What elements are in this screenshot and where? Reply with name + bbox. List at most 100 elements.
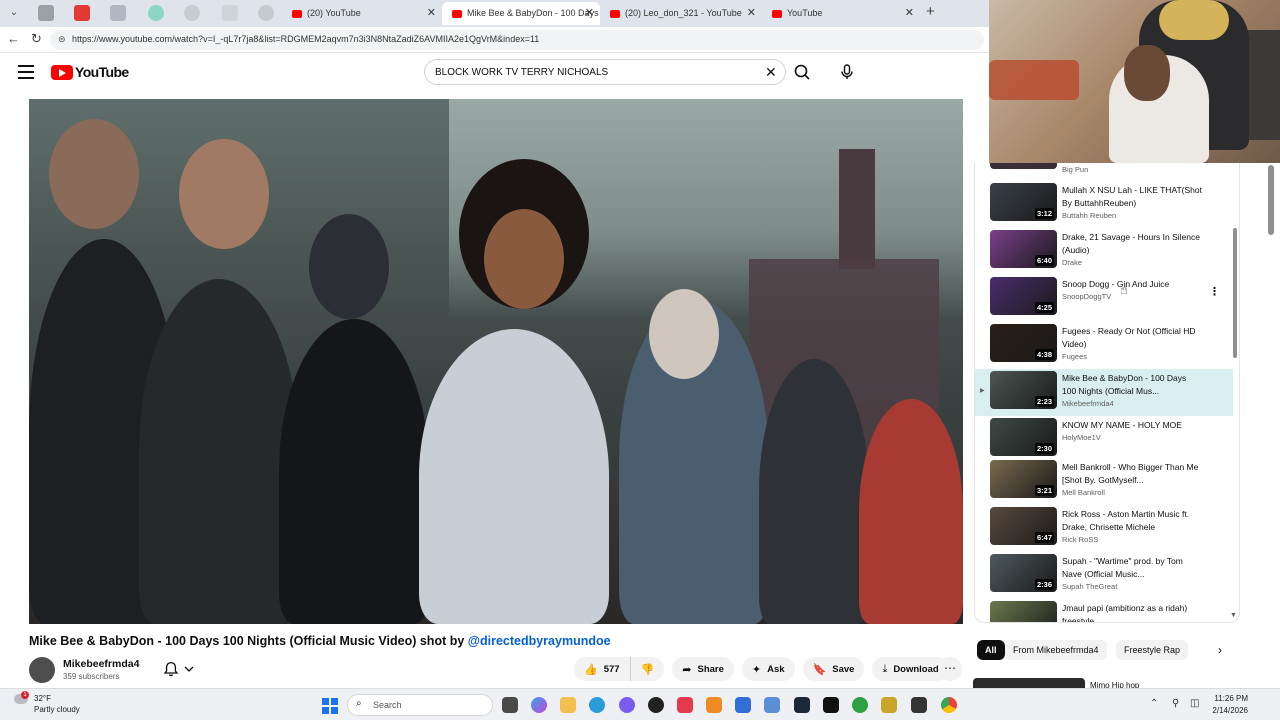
playlist-item-title[interactable]: Mullah X NSU Lah - LIKE THAT(Shot By But… [1062, 184, 1202, 210]
close-tab-icon[interactable]: ✕ [747, 2, 756, 25]
channel-name[interactable]: Mikebeefrmda4 [63, 658, 139, 670]
youtube-logo[interactable]: YouTube [51, 64, 129, 80]
steam-icon[interactable] [794, 697, 810, 713]
taskbar-search-input[interactable]: ⌕ Search [347, 694, 493, 716]
browser-tab[interactable]: YouTube ✕ [762, 2, 920, 25]
playlist-item-title[interactable]: Fugees - Ready Or Not (Official HD Video… [1062, 325, 1202, 351]
discord-icon[interactable] [619, 697, 635, 713]
obs-icon[interactable] [648, 697, 664, 713]
app-icon[interactable] [911, 697, 927, 713]
back-arrow-icon[interactable]: ← [7, 31, 20, 46]
tab-search-chevron-icon[interactable]: ⌄ [6, 5, 22, 21]
playlist-item-title[interactable]: Mell Bankroll - Who Bigger Than Me [Shot… [1062, 461, 1202, 487]
item-options-icon[interactable]: ⋮ [1209, 285, 1220, 298]
site-info-icon[interactable]: ⊜ [58, 34, 66, 45]
pinned-tab-icon[interactable] [148, 5, 164, 21]
menu-hamburger-icon[interactable] [18, 65, 34, 79]
playlist-item[interactable]: 6:40 Drake, 21 Savage - Hours In Silence … [975, 228, 1233, 275]
pinned-tab-icon[interactable] [38, 5, 54, 21]
search-input[interactable]: BLOCK WORK TV TERRY NICHOALS ✕ [424, 59, 786, 85]
voice-search-button[interactable] [834, 59, 860, 85]
like-button[interactable]: 👍 577 [574, 657, 631, 681]
taskbar-clock-date[interactable]: 2/14/2026 [1200, 706, 1248, 715]
tray-chevron-icon[interactable]: ⌃ [1150, 698, 1158, 709]
reload-icon[interactable]: ↻ [31, 31, 42, 47]
playlist-item-title[interactable]: KNOW MY NAME - HOLY MOE [1062, 419, 1202, 432]
edge-browser-icon[interactable] [589, 697, 605, 713]
playlist-thumbnail[interactable]: 2:23 [990, 371, 1057, 409]
pinned-tab-icon[interactable] [222, 5, 238, 21]
playlist-item[interactable]: 6:47 Rick Ross - Aston Martin Music ft. D… [975, 505, 1233, 552]
app-icon[interactable] [706, 697, 722, 713]
chip-all[interactable]: All [977, 640, 1005, 660]
playlist-item[interactable]: 4:38 Fugees - Ready Or Not (Official HD V… [975, 322, 1233, 369]
xbox-icon[interactable] [852, 697, 868, 713]
playlist-item-title[interactable]: Drake, 21 Savage - Hours In Silence (Aud… [1062, 231, 1202, 257]
app-icon[interactable] [881, 697, 897, 713]
browser-tab[interactable]: (20) YouTube ✕ [282, 2, 442, 25]
playlist-scrollbar[interactable] [1233, 228, 1237, 358]
chrome-icon[interactable] [941, 697, 957, 713]
url-field[interactable]: ⊜ https://www.youtube.com/watch?v=I_-qL7… [50, 30, 984, 50]
save-button[interactable]: 🔖 Save [802, 657, 865, 681]
playlist-item[interactable]: 2:36 Supah - "Wartime" prod. by Tom Nave … [975, 552, 1233, 599]
playlist-item[interactable]: 2:30 KNOW MY NAME - HOLY MOE HolyMoe1V [975, 416, 1233, 463]
scroll-down-arrow-icon[interactable]: ▼ [1230, 612, 1237, 619]
taskbar-clock-time[interactable]: 11:26 PM [1206, 694, 1248, 703]
playlist-item-title[interactable]: Snoop Dogg - Gin And Juice [1062, 278, 1202, 291]
app-icon[interactable] [677, 697, 693, 713]
playlist-thumbnail[interactable]: 6:47 [990, 507, 1057, 545]
playlist-item[interactable]: 3:12 Mullah X NSU Lah - LIKE THAT(Shot By… [975, 181, 1233, 228]
chip-freestyle-rap[interactable]: Freestyle Rap [1116, 640, 1189, 660]
more-actions-icon[interactable]: ⋯ [938, 657, 962, 681]
playlist-thumbnail[interactable]: 3:21 [990, 460, 1057, 498]
app-icon[interactable] [735, 697, 751, 713]
playlist-thumbnail[interactable]: 4:38 [990, 324, 1057, 362]
file-explorer-icon[interactable] [560, 697, 576, 713]
channel-avatar[interactable] [29, 657, 55, 683]
new-tab-plus-icon[interactable]: + [926, 3, 935, 20]
pinned-tab-icon[interactable] [258, 5, 274, 21]
playlist-item-title[interactable]: Rick Ross - Aston Martin Music ft. Drake… [1062, 508, 1202, 534]
playlist-thumbnail[interactable]: 2:04 [990, 601, 1057, 622]
tray-app-icon[interactable]: ⚲ [1172, 698, 1179, 709]
copilot-icon[interactable] [531, 697, 547, 713]
share-button[interactable]: ➦ Share [672, 657, 734, 681]
app-icon[interactable] [764, 697, 780, 713]
playlist-item[interactable]: 4:25 Snoop Dogg - Gin And Juice SnoopDoggT… [975, 275, 1233, 322]
page-scrollbar[interactable] [1268, 165, 1274, 235]
dislike-button[interactable]: 👎 [630, 657, 665, 681]
close-tab-icon[interactable]: ✕ [585, 2, 594, 25]
video-player[interactable] [29, 99, 963, 624]
playlist-thumbnail[interactable]: 4:25 [990, 277, 1057, 315]
tiktok-icon[interactable] [823, 697, 839, 713]
browser-tab[interactable]: (20) Leo_don_321 - YouTube ✕ [600, 2, 762, 25]
director-handle-link[interactable]: @directedbyraymundoe [468, 634, 611, 648]
playlist-item[interactable]: ▶ 2:23 Mike Bee & BabyDon - 100 Days 100 N… [975, 369, 1233, 416]
windows-start-icon[interactable] [322, 698, 338, 714]
search-button[interactable] [786, 59, 818, 85]
close-tab-icon[interactable]: ✕ [427, 2, 436, 25]
playlist-thumbnail[interactable]: 2:30 [990, 418, 1057, 456]
playlist-item[interactable]: 3:21 Mell Bankroll - Who Bigger Than Me [… [975, 458, 1233, 505]
notification-bell-button[interactable] [156, 657, 206, 681]
pinned-tab-icon[interactable] [74, 5, 90, 21]
ask-button[interactable]: ✦ Ask [741, 657, 795, 681]
playlist-item[interactable]: 2:04Jmaul papi (ambitionz as a ridah) fr… [975, 599, 1233, 622]
chevron-right-icon[interactable]: › [1218, 643, 1222, 657]
weather-description[interactable]: Partly cloudy [34, 705, 80, 714]
playlist-item-title[interactable]: Jmaul papi (ambitionz as a ridah) freest… [1062, 602, 1202, 622]
close-tab-icon[interactable]: ✕ [905, 2, 914, 25]
playlist-thumbnail[interactable]: 2:36 [990, 554, 1057, 592]
browser-tab-active[interactable]: Mike Bee & BabyDon - 100 Days 1 ✕ [442, 2, 600, 25]
pinned-tab-icon[interactable] [184, 5, 200, 21]
playlist-thumbnail[interactable]: 6:40 [990, 230, 1057, 268]
next-video-thumbnail[interactable] [973, 678, 1085, 688]
weather-temperature[interactable]: 32°F [34, 694, 51, 703]
playlist-item-title[interactable]: Mike Bee & BabyDon - 100 Days 100 Nights… [1062, 372, 1202, 398]
pinned-tab-icon[interactable] [110, 5, 126, 21]
task-view-icon[interactable] [502, 697, 518, 713]
network-icon[interactable]: ◫ [1190, 698, 1199, 709]
playlist-thumbnail[interactable]: 3:12 [990, 183, 1057, 221]
playlist-item-title[interactable]: Supah - "Wartime" prod. by Tom Nave (Off… [1062, 555, 1202, 581]
